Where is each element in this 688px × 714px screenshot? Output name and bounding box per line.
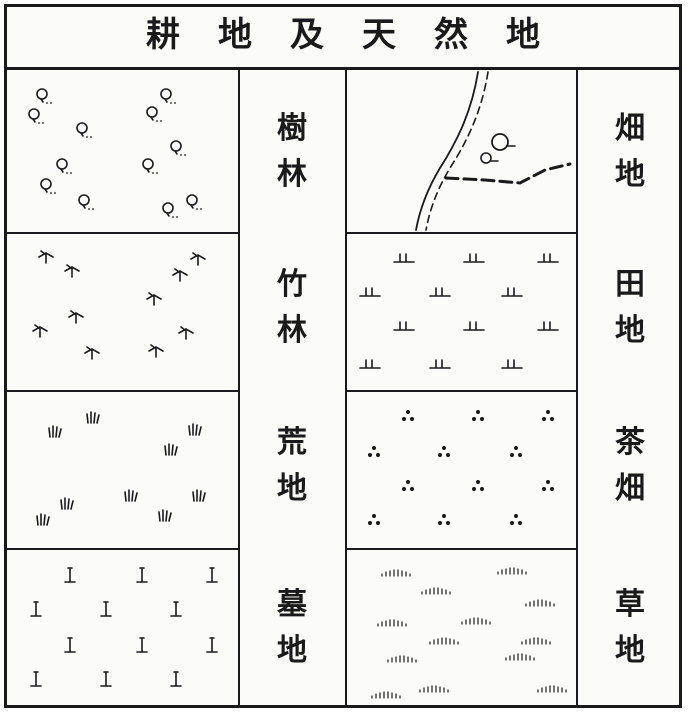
tombstone-icon bbox=[30, 601, 42, 617]
rice-paddy-icon bbox=[537, 321, 559, 331]
tombstone-icon bbox=[64, 567, 76, 583]
three-dot-icon bbox=[510, 446, 522, 457]
tombstone-icon bbox=[170, 671, 182, 687]
grass-arc-icon bbox=[377, 619, 407, 627]
rice-paddy-icon bbox=[501, 287, 523, 297]
tree-circle-icon bbox=[146, 106, 163, 123]
tombstone-icon bbox=[64, 637, 76, 653]
tombstone-icon bbox=[206, 637, 218, 653]
grass-tuft-icon bbox=[86, 411, 100, 424]
symbol-patterns bbox=[28, 71, 572, 699]
tree-circle-icon bbox=[170, 140, 187, 157]
grass-tuft-icon bbox=[124, 489, 138, 502]
rice-paddy-icon bbox=[393, 321, 415, 331]
grass-arc-icon bbox=[537, 685, 567, 693]
grass-arc-icon bbox=[525, 599, 555, 607]
rice-paddy-icon bbox=[463, 253, 485, 263]
rice-paddy-icon bbox=[463, 321, 485, 331]
tree-circle-icon bbox=[28, 108, 45, 125]
bamboo-icon bbox=[84, 346, 100, 360]
grass-arc-icon bbox=[429, 637, 459, 645]
grass-arc-icon bbox=[521, 637, 551, 645]
three-dot-icon bbox=[472, 410, 484, 421]
bamboo-icon-group bbox=[32, 250, 206, 360]
tombstone-icon bbox=[136, 567, 148, 583]
bamboo-icon bbox=[32, 324, 48, 338]
tree-circle-icon bbox=[40, 178, 57, 195]
rice-paddy-icon bbox=[537, 253, 559, 263]
bamboo-icon bbox=[178, 326, 194, 340]
tree-circle-icon bbox=[76, 122, 93, 139]
tombstone-icon bbox=[100, 601, 112, 617]
bamboo-icon bbox=[190, 252, 206, 266]
three-dot-icon bbox=[438, 446, 450, 457]
grass-tuft-icon bbox=[158, 509, 172, 522]
rice-paddy-icon bbox=[359, 359, 381, 369]
tombstone-icon bbox=[136, 637, 148, 653]
rice-paddy-icon bbox=[501, 359, 523, 369]
grass-arc-icon bbox=[497, 567, 527, 575]
three-dot-icon bbox=[402, 480, 414, 491]
grass-arc-icon-group bbox=[371, 567, 567, 699]
grass-arc-icon bbox=[421, 587, 451, 595]
rice-paddy-icon bbox=[429, 287, 451, 297]
rice-paddy-icon bbox=[429, 359, 451, 369]
grass-tuft-icon bbox=[164, 443, 178, 456]
tree-circle-icon bbox=[56, 158, 73, 175]
grass-arc-icon bbox=[387, 655, 417, 663]
grass-tuft-icon bbox=[192, 489, 206, 502]
tree-circle-icon bbox=[142, 158, 159, 175]
three-dot-icon bbox=[472, 480, 484, 491]
three-dot-icon bbox=[542, 410, 554, 421]
tombstone-icon bbox=[206, 567, 218, 583]
bamboo-icon bbox=[64, 264, 80, 278]
tree-circle-icon bbox=[36, 88, 53, 105]
tree-circle-icon bbox=[162, 202, 179, 219]
grass-arc-icon bbox=[381, 569, 411, 577]
bamboo-icon bbox=[148, 344, 164, 358]
rice-paddy-icon-group bbox=[359, 253, 559, 369]
three-dot-icon bbox=[368, 514, 380, 525]
tree-circle-icon bbox=[78, 194, 95, 211]
grass-tuft-icon bbox=[60, 497, 74, 510]
bamboo-icon bbox=[146, 292, 162, 306]
grass-tuft-icon-group bbox=[36, 411, 206, 526]
grass-arc-icon bbox=[505, 653, 535, 661]
three-dot-icon bbox=[368, 446, 380, 457]
tree-circle-icon bbox=[160, 88, 177, 105]
grass-arc-icon bbox=[419, 685, 449, 693]
three-dot-icon bbox=[402, 410, 414, 421]
three-dot-icon-group bbox=[368, 410, 554, 525]
bamboo-icon bbox=[172, 268, 188, 282]
dashed-boundary-icon bbox=[415, 71, 572, 231]
tombstone-icon bbox=[170, 601, 182, 617]
rice-paddy-icon bbox=[359, 287, 381, 297]
bamboo-icon bbox=[38, 250, 54, 264]
three-dot-icon bbox=[542, 480, 554, 491]
grass-arc-icon bbox=[461, 617, 491, 625]
grass-tuft-icon bbox=[36, 513, 50, 526]
tree-circle-icon-group bbox=[28, 88, 203, 219]
grass-arc-icon bbox=[371, 691, 401, 699]
grass-tuft-icon bbox=[188, 423, 202, 436]
three-dot-icon bbox=[510, 514, 522, 525]
rice-paddy-icon bbox=[393, 253, 415, 263]
grass-tuft-icon bbox=[48, 425, 62, 438]
tombstone-icon bbox=[100, 671, 112, 687]
tombstone-icon bbox=[30, 671, 42, 687]
three-dot-icon bbox=[438, 514, 450, 525]
tombstone-icon-group bbox=[30, 567, 218, 687]
tree-circle-icon bbox=[186, 194, 203, 211]
bamboo-icon bbox=[68, 310, 84, 324]
